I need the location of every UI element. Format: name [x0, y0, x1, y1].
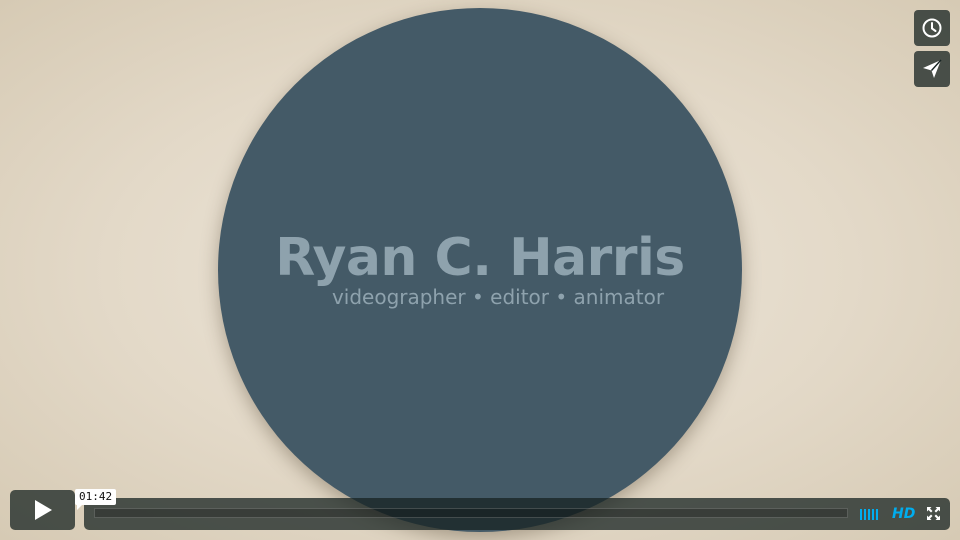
volume-bars-icon[interactable]	[860, 508, 878, 520]
time-tooltip: 01:42	[75, 489, 117, 510]
progress-track[interactable]	[94, 508, 848, 518]
video-title-tagline: videographer • editor • animator	[331, 285, 665, 309]
hd-toggle[interactable]: HD	[892, 504, 915, 524]
share-button[interactable]	[914, 51, 950, 87]
fullscreen-icon	[927, 507, 940, 520]
fullscreen-button[interactable]	[927, 507, 940, 520]
play-button[interactable]	[10, 490, 75, 530]
clock-icon	[922, 18, 942, 38]
play-icon	[34, 500, 52, 520]
control-bar: HD	[84, 498, 950, 530]
paper-plane-icon	[923, 59, 942, 78]
video-player[interactable]: Ryan C. Harris videographer • editor • a…	[0, 0, 960, 540]
video-title-name: Ryan C. Harris	[275, 228, 685, 288]
watch-later-button[interactable]	[914, 10, 950, 46]
